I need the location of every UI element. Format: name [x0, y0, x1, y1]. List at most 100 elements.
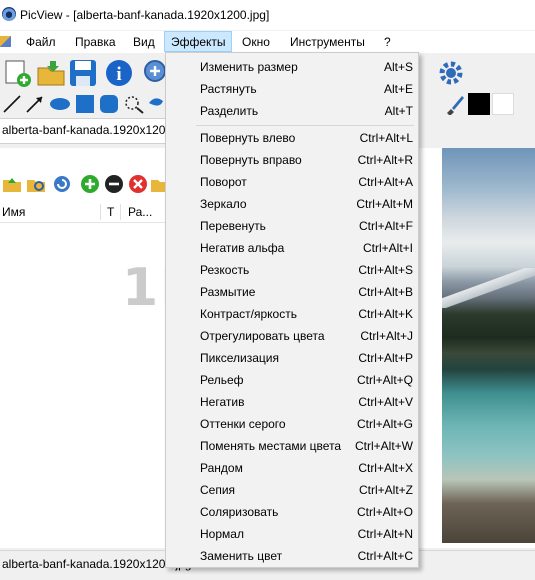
menu-item-resize[interactable]: Изменить размер Alt+S: [166, 55, 418, 77]
ellipse-tool-icon[interactable]: [49, 96, 71, 112]
file-panel-toolbar: [0, 172, 165, 194]
menu-item-adjust-colors[interactable]: Отрегулировать цвета Ctrl+Alt+J: [166, 324, 418, 346]
menu-item-rotate-left[interactable]: Повернуть влево Ctrl+Alt+L: [166, 126, 418, 148]
menu-item-emboss[interactable]: Рельеф Ctrl+Alt+Q: [166, 368, 418, 390]
menu-item-shortcut: Ctrl+Alt+N: [357, 527, 413, 541]
menu-item-shortcut: Ctrl+Alt+K: [358, 307, 413, 321]
menu-item-mirror[interactable]: Зеркало Ctrl+Alt+M: [166, 192, 418, 214]
menu-item-normal[interactable]: Нормал Ctrl+Alt+N: [166, 522, 418, 544]
menu-item-label: Размытие: [200, 285, 256, 299]
menu-item-shortcut: Ctrl+Alt+G: [356, 417, 413, 431]
menu-item-shortcut: Ctrl+Alt+O: [356, 505, 413, 519]
column-type[interactable]: Т: [107, 205, 114, 219]
path-text: alberta-banf-kanada.1920x1200: [2, 123, 173, 137]
new-image-icon[interactable]: [2, 58, 31, 87]
menu-item-rotate-right[interactable]: Повернуть вправо Ctrl+Alt+R: [166, 148, 418, 170]
menu-item-blur[interactable]: Размытие Ctrl+Alt+B: [166, 280, 418, 302]
menu-item-label: Рандом: [200, 461, 243, 475]
delete-icon[interactable]: [128, 174, 148, 194]
landscape-photo: [442, 148, 535, 543]
info-icon[interactable]: i: [104, 58, 132, 86]
menu-help[interactable]: ?: [384, 35, 391, 49]
menu-item-negative-alpha[interactable]: Негатив альфа Ctrl+Alt+I: [166, 236, 418, 258]
system-menu-icon[interactable]: [0, 36, 11, 47]
menu-item-shortcut: Ctrl+Alt+B: [358, 285, 413, 299]
lasso-tool-icon[interactable]: [123, 94, 145, 114]
menu-item-label: Резкость: [200, 263, 250, 277]
brush-tool-icon[interactable]: [146, 93, 166, 115]
menu-item-shortcut: Ctrl+Alt+Q: [356, 373, 413, 387]
menu-item-label: Зеркало: [200, 197, 247, 211]
menu-item-negative[interactable]: Негатив Ctrl+Alt+V: [166, 390, 418, 412]
menu-item-shortcut: Ctrl+Alt+W: [354, 439, 413, 453]
app-eye-icon: [2, 7, 16, 21]
menu-item-shortcut: Ctrl+Alt+X: [358, 461, 413, 475]
menu-item-shortcut: Ctrl+Alt+R: [357, 153, 413, 167]
menu-item-pixelate[interactable]: Пикселизация Ctrl+Alt+P: [166, 346, 418, 368]
column-size[interactable]: Ра...: [128, 205, 152, 219]
menu-item-label: Контраст/яркость: [200, 307, 297, 321]
menu-item-label: Поменять местами цвета: [200, 439, 342, 453]
menu-item-label: Изменить размер: [200, 60, 298, 74]
arrow-tool-icon[interactable]: [25, 94, 45, 114]
menu-item-random[interactable]: Рандом Ctrl+Alt+X: [166, 456, 418, 478]
path-bar[interactable]: alberta-banf-kanada.1920x1200: [0, 118, 172, 144]
menu-tools[interactable]: Инструменты: [290, 35, 365, 49]
primary-color-swatch[interactable]: [468, 93, 490, 115]
menu-item-sharpen[interactable]: Резкость Ctrl+Alt+S: [166, 258, 418, 280]
menu-item-swap-colors[interactable]: Поменять местами цвета Ctrl+Alt+W: [166, 434, 418, 456]
menu-item-label: Негатив: [200, 395, 245, 409]
add-icon[interactable]: [80, 174, 100, 194]
menu-item-flip[interactable]: Перевенуть Ctrl+Alt+F: [166, 214, 418, 236]
menu-item-solarize[interactable]: Соляризовать Ctrl+Alt+O: [166, 500, 418, 522]
menu-edit[interactable]: Правка: [75, 35, 116, 49]
menu-file[interactable]: Файл: [26, 35, 56, 49]
settings-gear-icon[interactable]: [436, 58, 464, 86]
column-divider[interactable]: [100, 204, 101, 220]
refresh-icon[interactable]: [52, 174, 72, 194]
remove-icon[interactable]: [104, 174, 124, 194]
menu-item-contrast-brightness[interactable]: Контраст/яркость Ctrl+Alt+K: [166, 302, 418, 324]
menu-item-label: Оттенки серого: [200, 417, 286, 431]
menu-item-label: Поворот: [200, 175, 247, 189]
menu-item-label: Нормал: [200, 527, 244, 541]
paint-brush-icon[interactable]: [443, 93, 465, 115]
menu-item-label: Перевенуть: [200, 219, 266, 233]
image-view[interactable]: [410, 148, 535, 548]
folder-up-icon[interactable]: [2, 174, 22, 194]
column-name[interactable]: Имя: [2, 205, 25, 219]
menu-item-label: Негатив альфа: [200, 241, 285, 255]
title-bar: PicView - [alberta-banf-kanada.1920x1200…: [0, 0, 535, 30]
menu-item-label: Пикселизация: [200, 351, 279, 365]
folder-browse-icon[interactable]: [26, 174, 46, 194]
menu-item-sepia[interactable]: Сепия Ctrl+Alt+Z: [166, 478, 418, 500]
rounded-rect-tool-icon[interactable]: [99, 94, 119, 114]
file-list-header: Имя Т Ра...: [0, 202, 165, 223]
menu-window[interactable]: Окно: [242, 35, 270, 49]
menu-item-replace-color[interactable]: Заменить цвет Ctrl+Alt+C: [166, 544, 418, 566]
menu-item-label: Растянуть: [200, 82, 257, 96]
menu-bar: Файл Правка Вид Эффекты Окно Инструменты…: [0, 31, 535, 53]
menu-item-shortcut: Ctrl+Alt+M: [356, 197, 413, 211]
save-disk-icon[interactable]: [68, 58, 96, 86]
menu-item-split[interactable]: Разделить Alt+T: [166, 99, 418, 121]
menu-item-grayscale[interactable]: Оттенки серого Ctrl+Alt+G: [166, 412, 418, 434]
menu-item-shortcut: Ctrl+Alt+I: [362, 241, 413, 255]
menu-item-shortcut: Alt+S: [383, 60, 413, 74]
mountain-shape: [442, 268, 535, 308]
menu-item-label: Разделить: [200, 104, 259, 118]
menu-effects[interactable]: Эффекты: [171, 35, 226, 49]
menu-item-rotate[interactable]: Поворот Ctrl+Alt+A: [166, 170, 418, 192]
menu-item-shortcut: Ctrl+Alt+P: [358, 351, 413, 365]
menu-item-shortcut: Ctrl+Alt+L: [359, 131, 413, 145]
menu-item-stretch[interactable]: Растянуть Alt+E: [166, 77, 418, 99]
rectangle-tool-icon[interactable]: [75, 94, 95, 114]
menu-item-label: Соляризовать: [200, 505, 279, 519]
menu-item-shortcut: Ctrl+Alt+J: [360, 329, 413, 343]
menu-view[interactable]: Вид: [133, 35, 155, 49]
secondary-color-swatch[interactable]: [492, 93, 514, 115]
line-tool-icon[interactable]: [2, 94, 22, 114]
column-divider[interactable]: [120, 204, 121, 220]
folder-icon[interactable]: [151, 174, 165, 194]
open-folder-icon[interactable]: [36, 58, 65, 86]
